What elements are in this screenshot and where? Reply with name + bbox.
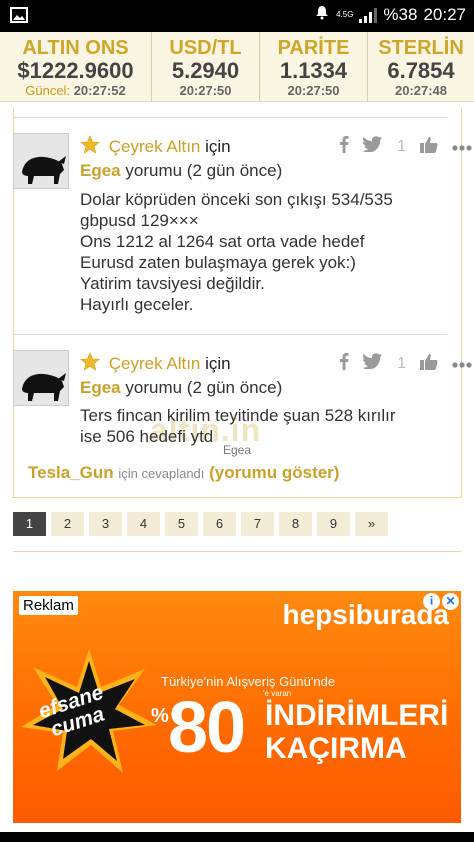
ticker-name: ALTIN ONS <box>22 37 129 59</box>
ticker-value: 1.1334 <box>279 58 348 83</box>
comment-header: Çeyrek Altın için <box>80 135 231 157</box>
ad-percent-sign: % <box>151 705 169 727</box>
status-bar: 4.5G %38 20:27 <box>0 0 474 32</box>
reply-user[interactable]: Tesla_Gun <box>28 463 114 482</box>
ticker-parite[interactable]: PARİTE 1.1334 20:27:50 <box>260 32 368 101</box>
reply-line: Tesla_Gun için cevaplandı (yorumu göster… <box>28 463 339 483</box>
thumbs-up-icon[interactable] <box>420 353 438 375</box>
page-7[interactable]: 7 <box>241 512 274 536</box>
ad-small-text: 'e varan <box>263 689 292 698</box>
comment-body: Dolar köprüden önceki son çıkışı 534/535… <box>80 189 430 315</box>
clock: 20:27 <box>423 4 466 24</box>
alarm-icon <box>314 4 330 25</box>
comment-topic-link[interactable]: Çeyrek Altın <box>109 354 201 373</box>
comment-author[interactable]: Egea <box>80 378 121 397</box>
star-icon <box>80 135 100 154</box>
comment-topic-suffix: için <box>205 137 231 156</box>
comment-topic-suffix: için <box>205 354 231 373</box>
ticker-value: 5.2940 <box>171 58 240 83</box>
page-4[interactable]: 4 <box>127 512 160 536</box>
ad-headline-line1: İNDİRİMLERİ <box>265 699 449 732</box>
star-icon <box>80 352 100 371</box>
comment-body: Ters fincan kirilim teyitinde şuan 528 k… <box>80 405 430 447</box>
pagination: 1 2 3 4 5 6 7 8 9 » <box>13 512 388 536</box>
comment-author[interactable]: Egea <box>80 161 121 180</box>
signal-icon <box>359 7 378 23</box>
thumbs-up-icon[interactable] <box>420 136 438 158</box>
ticker-usd-tl[interactable]: USD/TL 5.2940 20:27:50 <box>152 32 260 101</box>
avatar[interactable] <box>13 133 69 189</box>
comment-author-line: Egea yorumu (2 gün önce) <box>80 378 282 398</box>
comment-line: Ons 1212 al 1264 sat orta vade hedef <box>80 232 365 251</box>
twitter-icon[interactable] <box>362 136 383 157</box>
next-page-button[interactable]: » <box>355 512 388 536</box>
more-options-icon[interactable] <box>452 355 472 373</box>
ticker-sterlin[interactable]: STERLİN 6.7854 20:27:48 <box>368 32 474 101</box>
ticker-time: 20:27:50 <box>179 83 232 98</box>
comment-line: Ters fincan kirilim teyitinde şuan 528 k… <box>80 406 396 425</box>
comment-actions: 1 <box>339 352 472 375</box>
ticker-name: USD/TL <box>169 37 242 59</box>
comment-meta: yorumu (2 gün önce) <box>125 161 283 180</box>
like-count: 1 <box>397 354 406 372</box>
ad-headline-line2: KAÇIRMA <box>265 732 407 765</box>
ticker-value: 6.7854 <box>387 58 455 83</box>
ticker-value: $1222.9600 <box>17 58 134 83</box>
divider <box>14 334 447 335</box>
comment-line: gbpusd 129××× <box>80 211 199 230</box>
comment-line: Hayırlı geceler. <box>80 295 194 314</box>
ticker-name: PARİTE <box>277 37 350 59</box>
divider <box>13 551 461 552</box>
twitter-icon[interactable] <box>362 353 383 374</box>
ad-brand: hepsiburada <box>282 599 449 630</box>
comment-line: ise 506 hedefi ytd <box>80 427 214 446</box>
more-options-icon[interactable] <box>452 138 472 156</box>
ticker-time: 20:27:50 <box>287 83 340 98</box>
battery-label: %38 <box>383 4 418 24</box>
comment-line: Dolar köprüden önceki son çıkışı 534/535 <box>80 190 393 209</box>
facebook-icon[interactable] <box>339 352 349 375</box>
price-ticker: ALTIN ONS $1222.9600 Güncel: 20:27:52 US… <box>0 32 474 102</box>
page-3[interactable]: 3 <box>89 512 122 536</box>
ticker-time: 20:27:52 <box>73 83 126 98</box>
comment-meta: yorumu (2 gün önce) <box>125 378 283 397</box>
ad-label: Reklam <box>19 596 78 615</box>
page-2[interactable]: 2 <box>51 512 84 536</box>
avatar[interactable] <box>13 350 69 406</box>
page-5[interactable]: 5 <box>165 512 198 536</box>
ticker-time-label: Güncel: <box>25 83 71 98</box>
gallery-notification-icon <box>10 7 28 28</box>
show-comment-link[interactable]: (yorumu göster) <box>209 463 339 482</box>
like-count: 1 <box>397 137 406 155</box>
ad-discount-number: 80 <box>168 688 246 768</box>
comment-line: Yatirim tavsiyesi değildir. <box>80 274 265 293</box>
ticker-name: STERLİN <box>378 37 464 59</box>
ticker-altin-ons[interactable]: ALTIN ONS $1222.9600 Güncel: 20:27:52 <box>0 32 152 101</box>
page-9[interactable]: 9 <box>317 512 350 536</box>
watermark-caption: Egea <box>223 443 252 457</box>
page-1[interactable]: 1 <box>13 512 46 536</box>
navigation-bar <box>0 832 474 842</box>
ticker-time: 20:27:48 <box>394 83 448 98</box>
comment-header: Çeyrek Altın için <box>80 352 231 374</box>
reply-text: için cevaplandı <box>118 466 205 481</box>
comment-author-line: Egea yorumu (2 gün önce) <box>80 161 282 181</box>
advertisement-banner[interactable]: Reklam i ✕ hepsiburada efsane cuma Türki… <box>13 591 461 823</box>
page-8[interactable]: 8 <box>279 512 312 536</box>
page-6[interactable]: 6 <box>203 512 236 536</box>
comment-actions: 1 <box>339 135 472 158</box>
facebook-icon[interactable] <box>339 135 349 158</box>
comment-topic-link[interactable]: Çeyrek Altın <box>109 137 201 156</box>
comment-line: Eurusd zaten bulaşmaya gerek yok:) <box>80 253 356 272</box>
divider <box>13 117 447 118</box>
network-type-label: 4.5G <box>336 10 354 19</box>
